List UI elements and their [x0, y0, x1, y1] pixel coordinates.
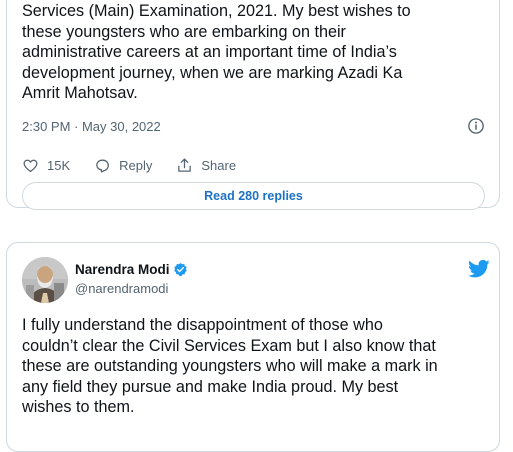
tweet-card: Services (Main) Examination, 2021. My be…: [6, 0, 500, 210]
tweet-timestamp[interactable]: 2:30 PM · May 30, 2022: [22, 119, 161, 134]
like-button[interactable]: 15K: [22, 157, 70, 174]
reply-label: Reply: [119, 157, 153, 173]
share-icon: [178, 157, 192, 172]
verified-icon: [173, 262, 187, 276]
info-icon[interactable]: [467, 117, 485, 135]
tweet-text: I fully understand the disappointment of…: [22, 316, 438, 416]
tweet-card: Narendra Modi @narendramodi I fully unde…: [6, 242, 500, 452]
heart-icon: [23, 159, 38, 172]
tweet-actions: 15K Reply Share: [22, 153, 260, 177]
reply-icon: [96, 159, 110, 173]
author-block[interactable]: Narendra Modi @narendramodi: [75, 262, 188, 296]
reply-button[interactable]: Reply: [94, 157, 152, 174]
share-button[interactable]: Share: [176, 157, 236, 174]
read-replies-button[interactable]: Read 280 replies: [22, 182, 485, 210]
avatar[interactable]: [22, 257, 68, 303]
twitter-bird-icon[interactable]: [468, 259, 490, 279]
share-label: Share: [201, 157, 237, 173]
author-name[interactable]: Narendra Modi: [75, 262, 170, 277]
tweet-text: Services (Main) Examination, 2021. My be…: [22, 2, 411, 102]
like-count: 15K: [47, 157, 71, 173]
author-handle[interactable]: @narendramodi: [75, 281, 188, 296]
